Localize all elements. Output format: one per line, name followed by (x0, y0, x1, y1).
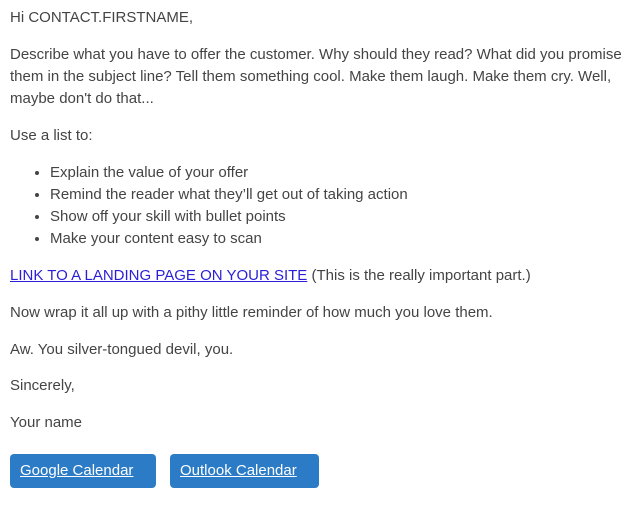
signature: Your name (10, 414, 82, 431)
email-body: Hi CONTACT.FIRSTNAME, Describe what you … (0, 0, 638, 526)
list-intro: Use a list to: (10, 127, 93, 144)
cta-line: LINK TO A LANDING PAGE ON YOUR SITE (Thi… (10, 265, 628, 287)
offer-list: Explain the value of your offer Remind t… (10, 162, 628, 250)
outlook-calendar-button[interactable]: Outlook Calendar (170, 454, 319, 488)
intro-paragraph: Describe what you have to offer the cust… (10, 46, 622, 107)
greeting: Hi CONTACT.FIRSTNAME, (10, 9, 194, 26)
list-item: Show off your skill with bullet points (50, 206, 628, 228)
list-item: Make your content easy to scan (50, 228, 628, 250)
list-item: Remind the reader what they’ll get out o… (50, 184, 628, 206)
list-item: Explain the value of your offer (50, 162, 628, 184)
wrap-up-paragraph: Now wrap it all up with a pithy little r… (10, 304, 493, 321)
sign-off: Sincerely, (10, 377, 75, 394)
google-calendar-button[interactable]: Google Calendar (10, 454, 156, 488)
cta-note: (This is the really important part.) (307, 267, 531, 284)
landing-page-link[interactable]: LINK TO A LANDING PAGE ON YOUR SITE (10, 267, 307, 284)
aw-line: Aw. You silver-tongued devil, you. (10, 341, 234, 358)
calendar-buttons: Google Calendar Outlook Calendar (10, 454, 628, 488)
